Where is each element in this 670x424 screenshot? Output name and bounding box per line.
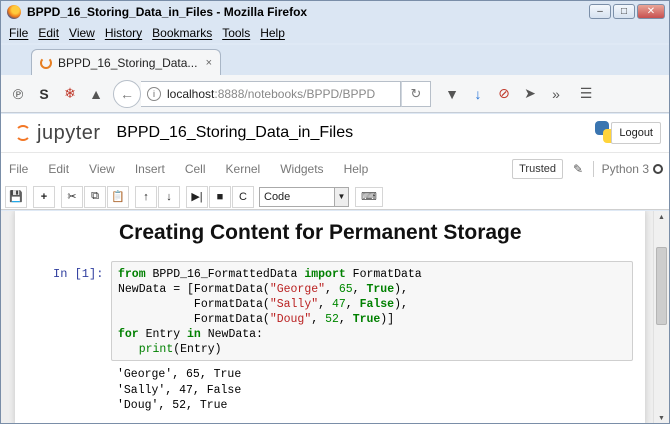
window-controls: – □ ✕ [589, 4, 665, 19]
rss-icon[interactable]: ℗ [5, 81, 31, 107]
stylish-icon[interactable]: S [31, 81, 57, 107]
keyboard-icon[interactable]: ⌨ [355, 186, 383, 207]
menu-file[interactable]: File [9, 26, 28, 40]
chevron-down-icon: ▼ [334, 187, 348, 206]
back-button[interactable]: ← [113, 79, 141, 108]
notebook-page: Creating Content for Permanent Storage I… [15, 211, 645, 423]
cell-type-value: Code [264, 190, 291, 203]
move-up-icon[interactable]: ↑ [135, 185, 157, 208]
browser-window: BPPD_16_Storing_Data_in_Files - Mozilla … [0, 0, 670, 424]
url-path: :8888/notebooks/BPPD/BPPD [214, 86, 376, 101]
block-icon[interactable]: ⊘ [491, 81, 517, 107]
browser-menubar: File Edit View History Bookmarks Tools H… [1, 23, 669, 43]
cell-output: 'George', 65, True 'Sally', 47, False 'Dou… [117, 367, 241, 414]
minimize-button[interactable]: – [589, 4, 611, 19]
pocket-icon[interactable]: ▼ [439, 81, 465, 107]
tab-close-icon[interactable]: × [206, 57, 212, 69]
plus-icon[interactable]: + [33, 185, 55, 208]
tab-title: BPPD_16_Storing_Data... [58, 55, 198, 70]
logout-button[interactable]: Logout [611, 122, 661, 144]
menu-history[interactable]: History [105, 26, 142, 40]
loading-spinner-icon [40, 56, 52, 69]
menu-tools[interactable]: Tools [222, 26, 250, 40]
code-cell-input[interactable]: from BPPD_16_FormattedData import Format… [111, 261, 633, 361]
cut-icon[interactable]: ✂ [61, 185, 83, 208]
title-bar: BPPD_16_Storing_Data_in_Files - Mozilla … [1, 1, 669, 23]
firefox-logo-icon [7, 5, 21, 19]
menu-edit[interactable]: Edit [38, 26, 59, 40]
vertical-scrollbar[interactable]: ▲ ▼ [653, 211, 669, 423]
output-line: 'Doug', 52, True [117, 399, 228, 412]
scroll-down-icon[interactable]: ▼ [658, 415, 665, 422]
scroll-up-icon[interactable]: ▲ [658, 214, 665, 221]
url-bar[interactable]: i localhost:8888/notebooks/BPPD/BPPD [141, 80, 401, 107]
scrollbar-thumb[interactable] [656, 247, 667, 325]
nb-menu-insert[interactable]: Insert [135, 162, 165, 176]
window-title: BPPD_16_Storing_Data_in_Files - Mozilla … [27, 5, 308, 19]
info-icon[interactable]: i [147, 86, 161, 101]
output-line: 'Sally', 47, False [117, 383, 242, 397]
run-icon[interactable]: ▶| [186, 185, 208, 208]
jupyter-logo-text: jupyter [37, 121, 101, 144]
menu-bookmarks[interactable]: Bookmarks [152, 26, 212, 40]
browser-tab[interactable]: BPPD_16_Storing_Data... × [31, 49, 221, 75]
input-prompt: In [1]: [53, 267, 104, 281]
close-window-button[interactable]: ✕ [637, 4, 665, 19]
tab-strip: BPPD_16_Storing_Data... × [1, 45, 669, 75]
output-line: 'George', 65, True [117, 368, 242, 381]
nb-menu-widgets[interactable]: Widgets [280, 162, 323, 176]
nb-menu-view[interactable]: View [89, 162, 115, 176]
nb-menu-file[interactable]: File [9, 162, 28, 176]
notebook-menubar: File Edit View Insert Cell Kernel Widget… [1, 152, 669, 184]
kernel-indicator: Python 3 [592, 161, 663, 177]
jupyter-logo[interactable]: jupyter [15, 122, 101, 145]
stop-icon[interactable]: ■ [209, 185, 231, 208]
copy-icon[interactable]: ⧉ [84, 185, 106, 208]
move-down-icon[interactable]: ↓ [158, 185, 180, 208]
pencil-icon[interactable]: ✎ [573, 162, 583, 176]
markdown-heading: Creating Content for Permanent Storage [119, 221, 522, 244]
trusted-indicator[interactable]: Trusted [512, 159, 563, 179]
code-line: from BPPD_16_FormattedData import Format… [118, 268, 422, 356]
nb-menu-help[interactable]: Help [344, 162, 369, 176]
reload-icon[interactable]: ↻ [401, 80, 431, 107]
nb-menu-cell[interactable]: Cell [185, 162, 206, 176]
download-icon[interactable]: ↓ [465, 81, 491, 107]
maximize-button[interactable]: □ [613, 4, 635, 19]
send-icon[interactable]: ➤ [517, 81, 543, 107]
kernel-status-icon [653, 164, 663, 174]
menu-view[interactable]: View [69, 26, 95, 40]
overflow-icon[interactable]: » [543, 81, 569, 107]
bag-icon[interactable]: ▲ [83, 81, 109, 107]
cell-type-select[interactable]: Code ▼ [259, 186, 349, 207]
jupyter-arc-icon [15, 125, 31, 141]
notebook-area: Creating Content for Permanent Storage I… [1, 211, 669, 423]
url-host: localhost [167, 86, 215, 101]
save-icon[interactable]: 💾 [5, 185, 27, 208]
extension-icon[interactable]: ❄ [57, 81, 83, 107]
kernel-name: Python 3 [601, 162, 649, 176]
notebook-title[interactable]: BPPD_16_Storing_Data_in_Files [117, 124, 354, 142]
menu-help[interactable]: Help [260, 26, 285, 40]
paste-icon[interactable]: 📋 [107, 185, 129, 208]
jupyter-header: jupyter BPPD_16_Storing_Data_in_Files Lo… [1, 114, 669, 152]
notebook-toolbar: 💾 + ✂ ⧉ 📋 ↑ ↓ ▶| ■ C Code ▼ ⌨ [1, 184, 669, 210]
restart-icon[interactable]: C [232, 185, 254, 208]
hamburger-menu-icon[interactable]: ☰ [573, 81, 599, 107]
navigation-bar: ℗ S ❄ ▲ ← i localhost:8888/notebooks/BPP… [1, 75, 669, 113]
nb-menu-edit[interactable]: Edit [48, 162, 69, 176]
nb-menu-kernel[interactable]: Kernel [226, 162, 261, 176]
